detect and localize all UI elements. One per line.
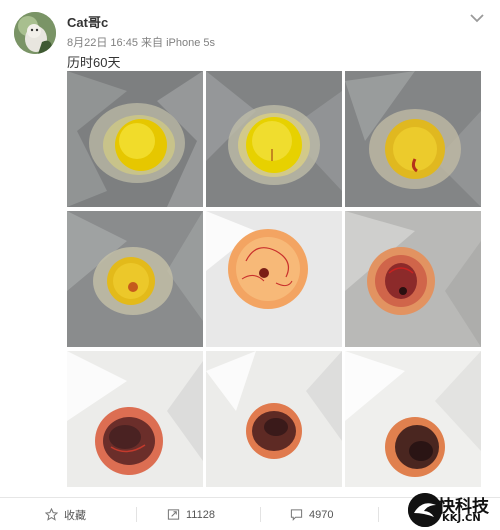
- divider: [136, 507, 137, 522]
- favorite-button[interactable]: 收藏: [45, 498, 86, 530]
- egg-photo-3[interactable]: [345, 71, 481, 207]
- egg-photo-9[interactable]: [345, 351, 481, 487]
- chevron-down-icon[interactable]: [466, 9, 488, 27]
- egg-photo-5[interactable]: [206, 211, 342, 347]
- divider: [260, 507, 261, 522]
- source-prefix: 来自: [141, 37, 164, 49]
- comment-count: 4970: [309, 508, 334, 521]
- source-device[interactable]: iPhone 5s: [166, 37, 215, 49]
- egg-photo-2[interactable]: [206, 71, 342, 207]
- watermark: 快科技 KKJ.CN: [408, 492, 498, 528]
- repost-button[interactable]: 11128: [167, 498, 215, 530]
- post-time[interactable]: 16:45: [110, 37, 138, 49]
- kkj-logo-icon: [408, 493, 442, 527]
- star-icon: [45, 508, 58, 521]
- egg-photo-8[interactable]: [206, 351, 342, 487]
- image-grid: [67, 71, 482, 488]
- weibo-post: Cat哥c 8月22日 16:45 来自 iPhone 5s 历时60天 收藏 …: [0, 0, 500, 530]
- comment-icon: [290, 508, 303, 521]
- post-text: 历时60天: [67, 55, 121, 70]
- egg-photo-1[interactable]: [67, 71, 203, 207]
- egg-photo-6[interactable]: [345, 211, 481, 347]
- egg-photo-4[interactable]: [67, 211, 203, 347]
- comment-button[interactable]: 4970: [290, 498, 333, 530]
- divider: [378, 507, 379, 522]
- repost-count: 11128: [186, 508, 215, 521]
- egg-photo-7[interactable]: [67, 351, 203, 487]
- repost-icon: [167, 508, 180, 521]
- post-meta: 8月22日 16:45 来自 iPhone 5s: [67, 34, 215, 50]
- watermark-subtitle: KKJ.CN: [442, 513, 481, 524]
- favorite-label: 收藏: [64, 509, 86, 522]
- avatar[interactable]: [14, 12, 56, 54]
- author-name[interactable]: Cat哥c: [67, 12, 108, 31]
- post-date[interactable]: 8月22日: [67, 37, 107, 49]
